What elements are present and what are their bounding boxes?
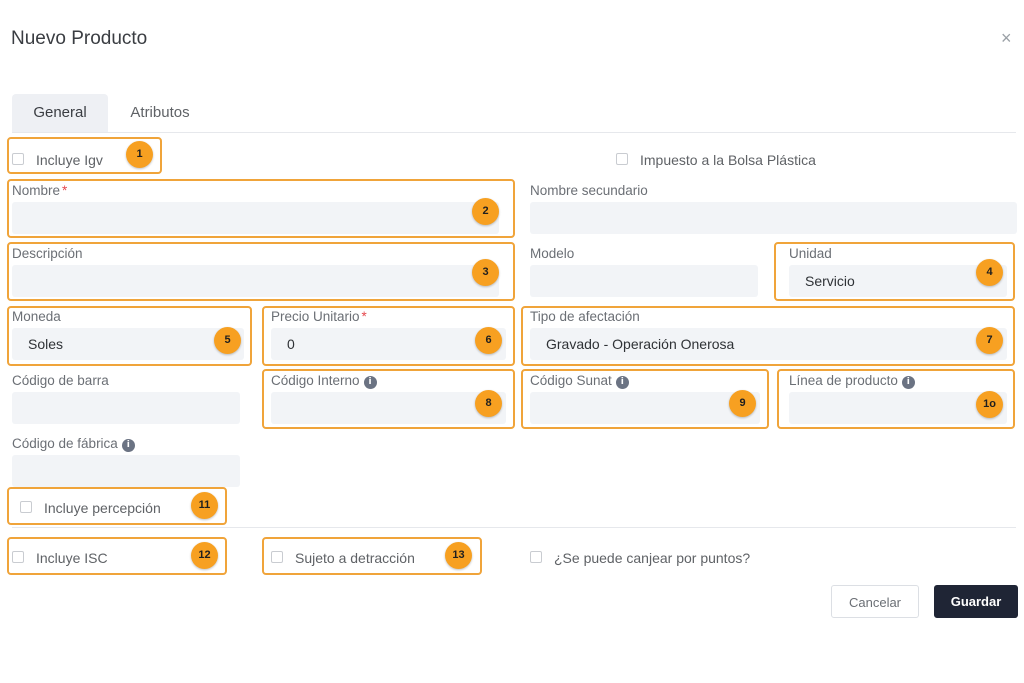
tab-atributos[interactable]: Atributos: [112, 94, 208, 132]
annotation-badge: 5: [214, 327, 241, 354]
fabrica-label: Código de fábrica i: [12, 436, 135, 452]
puntos-label: ¿Se puede canjear por puntos?: [554, 550, 751, 566]
modelo-label: Modelo: [530, 246, 575, 261]
annotation-badge: 4: [976, 259, 1003, 286]
section-divider: [12, 527, 1016, 528]
nombre-secundario-input[interactable]: [530, 202, 1017, 234]
highlight-box: [7, 179, 515, 238]
annotation-badge: 7: [976, 327, 1003, 354]
annotation-badge: 11: [191, 492, 218, 519]
puntos-checkbox[interactable]: [530, 551, 542, 563]
bolsa-checkbox[interactable]: [616, 153, 628, 165]
annotation-badge: 2: [472, 198, 499, 225]
annotation-badge: 1o: [976, 391, 1003, 418]
cancel-button[interactable]: Cancelar: [831, 585, 919, 618]
modal-title: Nuevo Producto: [11, 28, 148, 49]
tab-divider: [12, 132, 1016, 133]
tab-general[interactable]: General: [12, 94, 108, 132]
close-icon[interactable]: ×: [1001, 28, 1012, 49]
barra-input[interactable]: [12, 392, 240, 424]
highlight-box: [521, 306, 1015, 366]
modelo-input[interactable]: [530, 265, 758, 297]
highlight-box: [7, 242, 515, 301]
nombre-secundario-label: Nombre secundario: [530, 183, 648, 198]
annotation-badge: 12: [191, 542, 218, 569]
annotation-badge: 9: [729, 390, 756, 417]
save-button[interactable]: Guardar: [934, 585, 1018, 618]
annotation-badge: 8: [475, 390, 502, 417]
annotation-badge: 3: [472, 259, 499, 286]
bolsa-label: Impuesto a la Bolsa Plástica: [640, 152, 816, 168]
fabrica-input[interactable]: [12, 455, 240, 487]
annotation-badge: 6: [475, 327, 502, 354]
annotation-badge: 1: [126, 141, 153, 168]
annotation-badge: 13: [445, 542, 472, 569]
barra-label: Código de barra: [12, 373, 109, 388]
info-icon[interactable]: i: [121, 439, 135, 452]
